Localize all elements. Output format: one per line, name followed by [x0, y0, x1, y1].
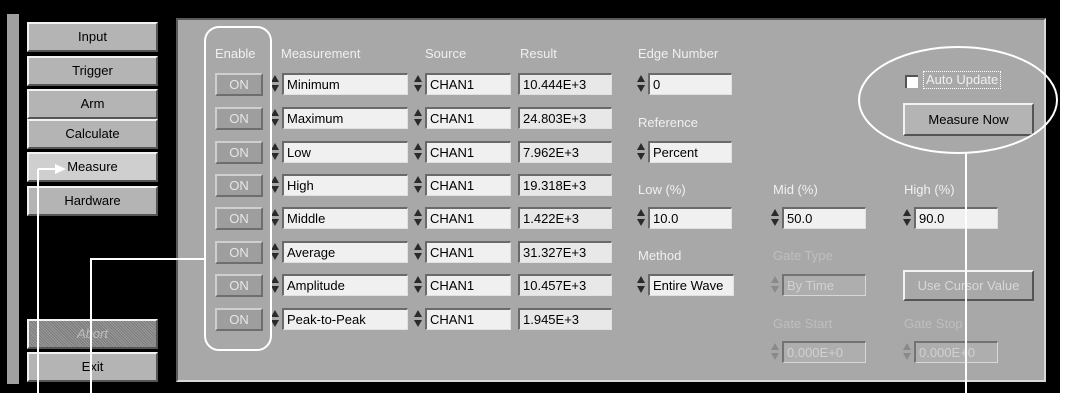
nav-hardware-button[interactable]: Hardware: [27, 186, 158, 216]
measurement-spin-0[interactable]: [270, 73, 280, 95]
measurement-field-2[interactable]: Low: [282, 141, 408, 163]
gate-type-spin[interactable]: [770, 274, 780, 296]
auto-update-label[interactable]: Auto Update: [923, 71, 1002, 89]
result-field-7: 1.945E+3: [518, 308, 612, 330]
auto-update-checkbox[interactable]: [905, 75, 918, 88]
mid-spin[interactable]: [770, 207, 780, 229]
gate-stop-field[interactable]: 0.000E+0: [914, 341, 998, 363]
gate-type-field[interactable]: By Time: [782, 274, 866, 296]
source-header: Source: [425, 46, 467, 61]
measurement-spin-7[interactable]: [270, 308, 280, 330]
high-field[interactable]: 90.0: [914, 207, 998, 229]
method-field[interactable]: Entire Wave: [648, 274, 734, 296]
result-field-4: 1.422E+3: [518, 207, 612, 229]
source-spin-6[interactable]: [413, 274, 423, 296]
source-field-5[interactable]: CHAN1: [425, 241, 511, 263]
source-field-1[interactable]: CHAN1: [425, 107, 511, 129]
high-label: High (%): [904, 182, 955, 197]
use-cursor-value-button[interactable]: Use Cursor Value: [903, 270, 1034, 301]
source-spin-0[interactable]: [413, 73, 423, 95]
nav-measure-button[interactable]: Measure: [27, 152, 158, 182]
nav-arm-button[interactable]: Arm: [27, 89, 158, 119]
left-strip: [7, 14, 19, 384]
source-field-0[interactable]: CHAN1: [425, 73, 511, 95]
reference-spin[interactable]: [636, 141, 646, 163]
nav-calculate-button[interactable]: Calculate: [27, 119, 158, 149]
high-spin[interactable]: [902, 207, 912, 229]
measurement-spin-5[interactable]: [270, 241, 280, 263]
measurement-header: Measurement: [281, 46, 361, 61]
measurement-field-0[interactable]: Minimum: [282, 73, 408, 95]
mid-field[interactable]: 50.0: [782, 207, 866, 229]
gate-start-label: Gate Start: [773, 316, 833, 331]
edge-number-field[interactable]: 0: [648, 73, 732, 95]
measurement-spin-1[interactable]: [270, 107, 280, 129]
enable-toggle-0[interactable]: ON: [215, 73, 263, 96]
enable-header: Enable: [215, 46, 256, 61]
measure-now-button[interactable]: Measure Now: [903, 103, 1034, 136]
low-label: Low (%): [638, 182, 686, 197]
enable-toggle-1[interactable]: ON: [215, 107, 263, 130]
measurement-spin-2[interactable]: [270, 141, 280, 163]
gate-type-label: Gate Type: [773, 248, 833, 263]
measurement-field-3[interactable]: High: [282, 174, 408, 196]
method-spin[interactable]: [636, 274, 646, 296]
mid-label: Mid (%): [773, 182, 818, 197]
measurement-field-4[interactable]: Middle: [282, 207, 408, 229]
source-field-4[interactable]: CHAN1: [425, 207, 511, 229]
enable-toggle-6[interactable]: ON: [215, 274, 263, 297]
edge-number-spin[interactable]: [636, 73, 646, 95]
reference-label: Reference: [638, 115, 698, 130]
result-field-2: 7.962E+3: [518, 141, 612, 163]
enable-toggle-3[interactable]: ON: [215, 174, 263, 197]
measurement-spin-6[interactable]: [270, 274, 280, 296]
source-spin-4[interactable]: [413, 207, 423, 229]
nav-exit-button[interactable]: Exit: [27, 352, 158, 382]
result-field-6: 10.457E+3: [518, 274, 612, 296]
source-spin-5[interactable]: [413, 241, 423, 263]
measurement-spin-4[interactable]: [270, 207, 280, 229]
source-field-7[interactable]: CHAN1: [425, 308, 511, 330]
result-field-5: 31.327E+3: [518, 241, 612, 263]
enable-toggle-2[interactable]: ON: [215, 141, 263, 164]
source-spin-1[interactable]: [413, 107, 423, 129]
edge-number-header: Edge Number: [638, 46, 719, 61]
measurement-field-5[interactable]: Average: [282, 241, 408, 263]
result-field-1: 24.803E+3: [518, 107, 612, 129]
source-spin-2[interactable]: [413, 141, 423, 163]
result-header: Result: [520, 46, 557, 61]
measurement-field-6[interactable]: Amplitude: [282, 274, 408, 296]
enable-toggle-7[interactable]: ON: [215, 308, 263, 331]
source-spin-3[interactable]: [413, 174, 423, 196]
source-field-2[interactable]: CHAN1: [425, 141, 511, 163]
measurement-spin-3[interactable]: [270, 174, 280, 196]
gate-start-field[interactable]: 0.000E+0: [782, 341, 866, 363]
result-field-0: 10.444E+3: [518, 73, 612, 95]
measurement-field-1[interactable]: Maximum: [282, 107, 408, 129]
enable-toggle-4[interactable]: ON: [215, 207, 263, 230]
low-field[interactable]: 10.0: [648, 207, 732, 229]
nav-trigger-button[interactable]: Trigger: [27, 56, 158, 86]
nav-input-button[interactable]: Input: [27, 22, 158, 52]
gate-stop-label: Gate Stop: [904, 316, 963, 331]
low-spin[interactable]: [636, 207, 646, 229]
gate-stop-spin[interactable]: [902, 341, 912, 363]
source-field-6[interactable]: CHAN1: [425, 274, 511, 296]
source-spin-7[interactable]: [413, 308, 423, 330]
method-label: Method: [638, 248, 682, 263]
gate-start-spin[interactable]: [770, 341, 780, 363]
measurement-field-7[interactable]: Peak-to-Peak: [282, 308, 408, 330]
reference-field[interactable]: Percent: [648, 141, 732, 163]
result-field-3: 19.318E+3: [518, 174, 612, 196]
source-field-3[interactable]: CHAN1: [425, 174, 511, 196]
enable-toggle-5[interactable]: ON: [215, 241, 263, 264]
nav-abort-button[interactable]: Abort: [27, 319, 158, 349]
